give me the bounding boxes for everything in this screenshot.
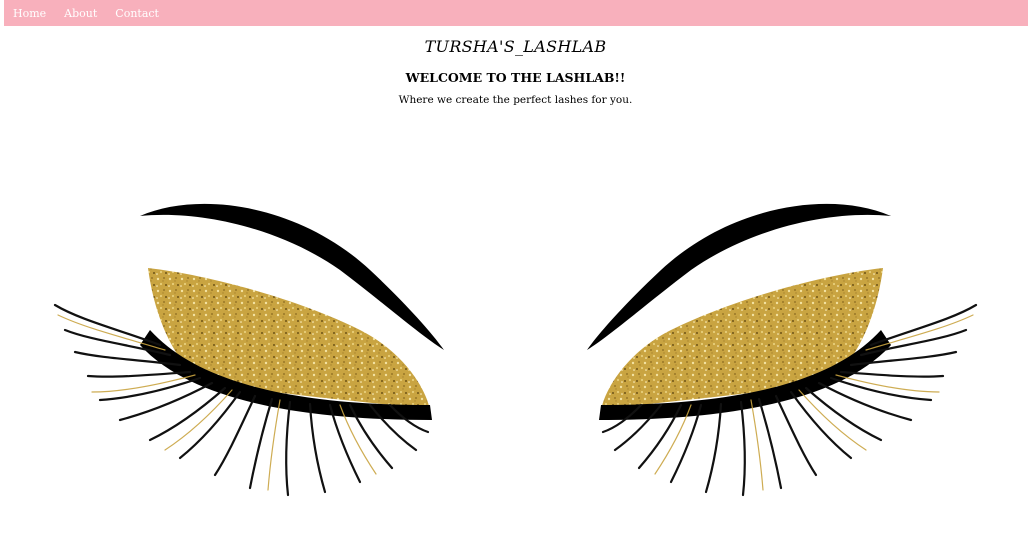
site-title: TURSHA'S_LASHLAB [424, 37, 607, 56]
nav-link-home[interactable]: Home [13, 7, 46, 20]
hero-lashes-image [53, 203, 978, 497]
right-eye [587, 203, 978, 497]
top-navbar: Home About Contact [4, 0, 1028, 26]
nav-link-about[interactable]: About [64, 7, 97, 20]
left-eye [53, 203, 444, 497]
tagline-text: Where we create the perfect lashes for y… [398, 94, 633, 106]
welcome-heading: WELCOME TO THE LASHLAB!! [405, 70, 626, 85]
nav-link-contact[interactable]: Contact [115, 7, 159, 20]
